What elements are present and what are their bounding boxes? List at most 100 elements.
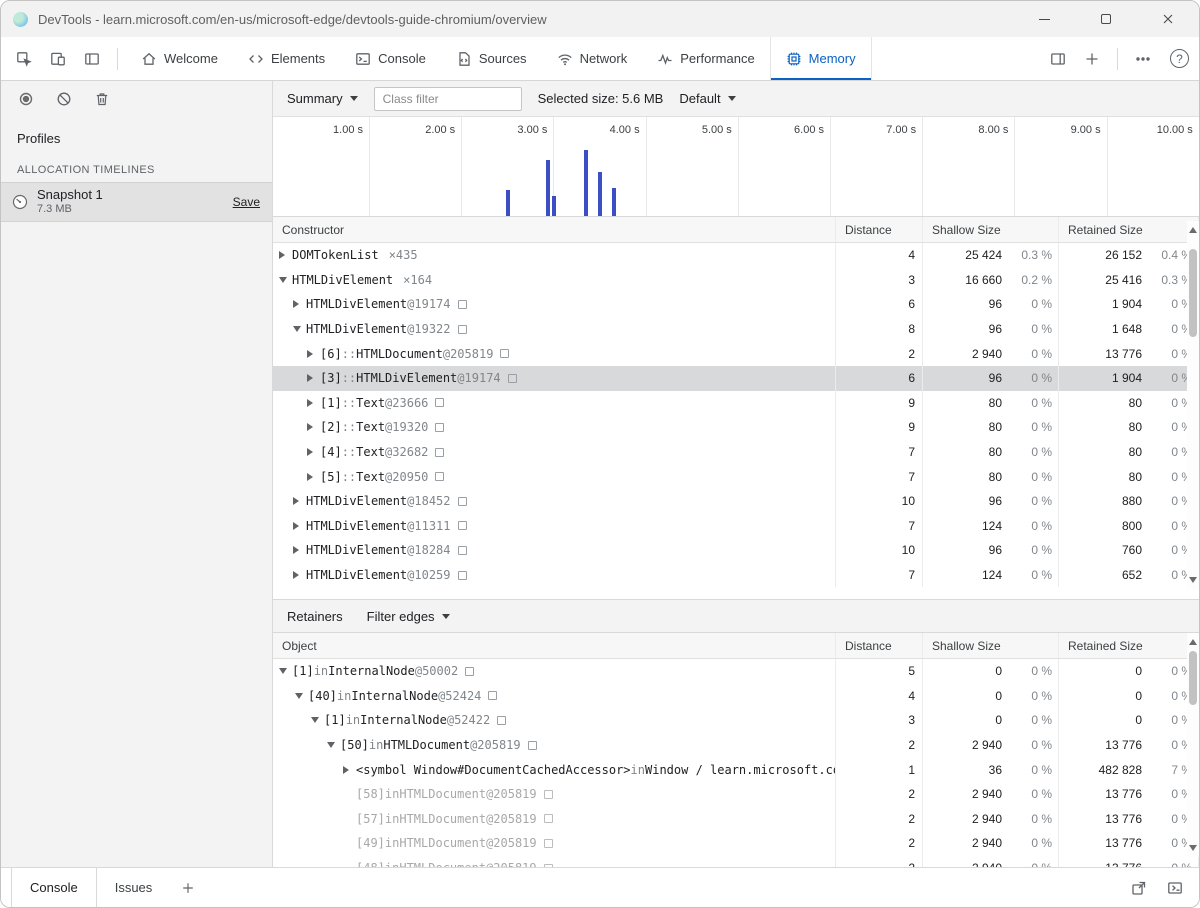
- add-drawer-tab-button[interactable]: [170, 868, 206, 907]
- constructor-scrollbar[interactable]: [1187, 221, 1199, 589]
- collapse-arrow-icon[interactable]: [311, 717, 324, 723]
- allocation-timeline[interactable]: 1.00 s2.00 s3.00 s4.00 s5.00 s6.00 s7.00…: [273, 117, 1199, 217]
- constructor-row[interactable]: [2] :: Text @193209800 %800 %: [273, 415, 1199, 440]
- add-tab-button[interactable]: [1075, 51, 1109, 67]
- tab-elements[interactable]: Elements: [233, 37, 340, 80]
- class-filter-input[interactable]: [374, 87, 522, 111]
- tab-network[interactable]: Network: [542, 37, 643, 80]
- retainer-row[interactable]: [1] in InternalNode @52422300 %00 %: [273, 708, 1199, 733]
- expand-arrow-icon[interactable]: [343, 766, 356, 774]
- scrollbar-thumb[interactable]: [1189, 249, 1197, 337]
- reveal-node-icon[interactable]: [500, 349, 509, 358]
- collapse-arrow-icon[interactable]: [279, 668, 292, 674]
- column-header-constructor[interactable]: Constructor: [273, 217, 836, 242]
- expand-arrow-icon[interactable]: [307, 399, 320, 407]
- expand-arrow-icon[interactable]: [293, 522, 306, 530]
- scroll-down-icon[interactable]: [1187, 573, 1199, 587]
- expand-arrow-icon[interactable]: [307, 473, 320, 481]
- retainer-row[interactable]: [57] in HTMLDocument @20581922 9400 %13 …: [273, 807, 1199, 832]
- constructor-row[interactable]: HTMLDivElement @193228960 %1 6480 %: [273, 317, 1199, 342]
- retainer-row[interactable]: [50] in HTMLDocument @20581922 9400 %13 …: [273, 733, 1199, 758]
- maximize-button[interactable]: [1075, 1, 1137, 37]
- expand-arrow-icon[interactable]: [307, 374, 320, 382]
- scroll-up-icon[interactable]: [1187, 635, 1199, 649]
- reveal-node-icon[interactable]: [544, 839, 553, 848]
- tab-welcome[interactable]: Welcome: [126, 37, 233, 80]
- expand-arrow-icon[interactable]: [293, 571, 306, 579]
- constructor-row[interactable]: HTMLDivElement @1828410960 %7600 %: [273, 538, 1199, 563]
- record-heap-button[interactable]: [9, 91, 43, 107]
- expand-drawer-icon[interactable]: [1167, 880, 1183, 896]
- titlebar[interactable]: DevTools - learn.microsoft.com/en-us/mic…: [1, 1, 1199, 37]
- constructor-row[interactable]: HTMLDivElement×164316 6600.2 %25 4160.3 …: [273, 268, 1199, 293]
- reveal-node-icon[interactable]: [488, 691, 497, 700]
- tab-sources[interactable]: Sources: [441, 37, 542, 80]
- reveal-node-icon[interactable]: [544, 864, 553, 867]
- expand-arrow-icon[interactable]: [293, 300, 306, 308]
- reveal-node-icon[interactable]: [435, 398, 444, 407]
- reveal-node-icon[interactable]: [458, 521, 467, 530]
- reveal-node-icon[interactable]: [435, 472, 444, 481]
- snapshot-item[interactable]: Snapshot 1 7.3 MB Save: [1, 182, 272, 222]
- column-header-retained-size[interactable]: Retained Size: [1059, 633, 1199, 658]
- constructor-row[interactable]: HTMLDivElement @1131171240 %8000 %: [273, 514, 1199, 539]
- collapse-arrow-icon[interactable]: [279, 277, 292, 283]
- tab-console[interactable]: Console: [340, 37, 441, 80]
- reveal-node-icon[interactable]: [435, 448, 444, 457]
- snapshot-select[interactable]: Default: [679, 91, 735, 106]
- more-options-button[interactable]: [1126, 51, 1160, 67]
- retainers-scrollbar[interactable]: [1187, 633, 1199, 857]
- retainer-row[interactable]: [48] in HTMLDocument @20581922 9400 %13 …: [273, 856, 1199, 867]
- inspect-element-button[interactable]: [7, 37, 41, 80]
- expand-arrow-icon[interactable]: [307, 448, 320, 456]
- reveal-node-icon[interactable]: [458, 325, 467, 334]
- reveal-node-icon[interactable]: [458, 300, 467, 309]
- expand-arrow-icon[interactable]: [307, 423, 320, 431]
- scroll-down-icon[interactable]: [1187, 841, 1199, 855]
- drawer-tab-console[interactable]: Console: [11, 868, 97, 907]
- expand-arrow-icon[interactable]: [293, 546, 306, 554]
- clear-profiles-button[interactable]: [47, 91, 81, 107]
- help-button[interactable]: ?: [1170, 49, 1189, 68]
- retainer-row[interactable]: [49] in HTMLDocument @20581922 9400 %13 …: [273, 831, 1199, 856]
- reveal-node-icon[interactable]: [465, 667, 474, 676]
- scrollbar-thumb[interactable]: [1189, 651, 1197, 705]
- constructor-row[interactable]: [3] :: HTMLDivElement @191746960 %1 9040…: [273, 366, 1199, 391]
- tab-performance[interactable]: Performance: [642, 37, 769, 80]
- expand-arrow-icon[interactable]: [293, 497, 306, 505]
- constructor-row[interactable]: HTMLDivElement @1845210960 %8800 %: [273, 489, 1199, 514]
- drawer-tab-issues[interactable]: Issues: [97, 868, 171, 907]
- collapse-arrow-icon[interactable]: [327, 742, 340, 748]
- column-header-shallow-size[interactable]: Shallow Size: [923, 217, 1059, 242]
- constructor-row[interactable]: [4] :: Text @326827800 %800 %: [273, 440, 1199, 465]
- retainer-row[interactable]: [40] in InternalNode @52424400 %00 %: [273, 684, 1199, 709]
- column-header-distance[interactable]: Distance: [836, 217, 923, 242]
- tab-memory[interactable]: Memory: [770, 37, 872, 80]
- reveal-node-icon[interactable]: [544, 790, 553, 799]
- reveal-node-icon[interactable]: [528, 741, 537, 750]
- retainer-row[interactable]: <symbol Window#DocumentCachedAccessor> i…: [273, 757, 1199, 782]
- close-button[interactable]: [1137, 1, 1199, 37]
- constructor-row[interactable]: DOMTokenList×435425 4240.3 %26 1520.4 %: [273, 243, 1199, 268]
- constructor-row[interactable]: [6] :: HTMLDocument @20581922 9400 %13 7…: [273, 341, 1199, 366]
- reveal-node-icon[interactable]: [435, 423, 444, 432]
- column-header-distance[interactable]: Distance: [836, 633, 923, 658]
- device-emulation-button[interactable]: [41, 37, 75, 80]
- panel-layout-button[interactable]: [75, 37, 109, 80]
- expand-arrow-icon[interactable]: [279, 251, 292, 259]
- constructor-row[interactable]: HTMLDivElement @1025971240 %6520 %: [273, 563, 1199, 588]
- column-header-object[interactable]: Object: [273, 633, 836, 658]
- minimize-button[interactable]: [1013, 1, 1075, 37]
- reveal-node-icon[interactable]: [508, 374, 517, 383]
- filter-edges-select[interactable]: Filter edges: [367, 609, 450, 624]
- collapse-arrow-icon[interactable]: [293, 326, 306, 332]
- column-header-shallow-size[interactable]: Shallow Size: [923, 633, 1059, 658]
- constructor-row[interactable]: HTMLDivElement @191746960 %1 9040 %: [273, 292, 1199, 317]
- reveal-node-icon[interactable]: [458, 497, 467, 506]
- reveal-node-icon[interactable]: [544, 814, 553, 823]
- perspective-select[interactable]: Summary: [287, 91, 358, 106]
- collapse-arrow-icon[interactable]: [295, 693, 308, 699]
- retainer-row[interactable]: [58] in HTMLDocument @20581922 9400 %13 …: [273, 782, 1199, 807]
- scroll-up-icon[interactable]: [1187, 223, 1199, 237]
- reveal-node-icon[interactable]: [497, 716, 506, 725]
